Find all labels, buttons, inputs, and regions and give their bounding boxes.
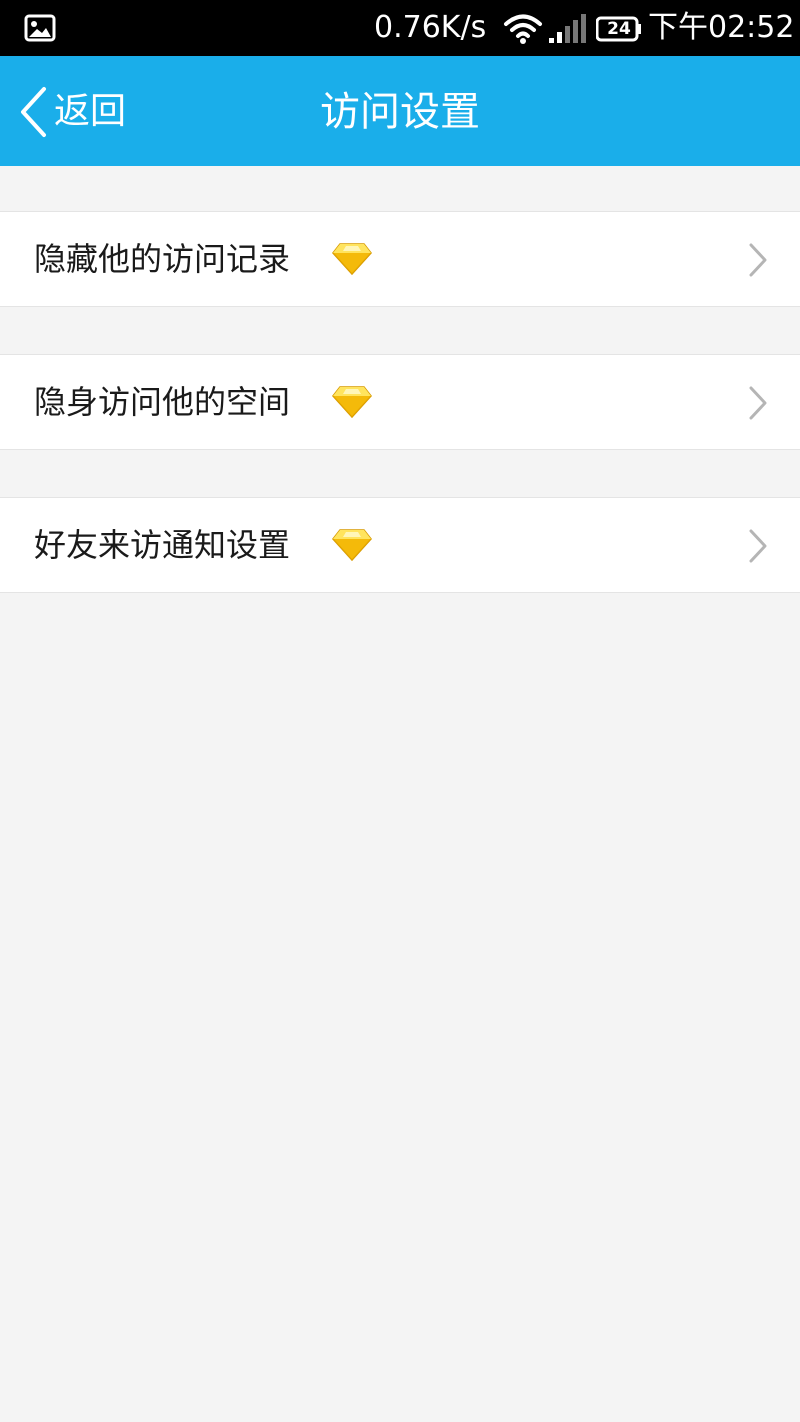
clock: 下午02:52 bbox=[648, 10, 795, 45]
setting-label: 隐藏他的访问记录 bbox=[34, 240, 291, 278]
page-title: 访问设置 bbox=[320, 89, 480, 135]
chevron-right-icon bbox=[749, 243, 767, 277]
setting-hide-visit-record[interactable]: 隐藏他的访问记录 bbox=[0, 211, 800, 307]
wifi-icon bbox=[504, 14, 542, 44]
setting-friend-visit-notification[interactable]: 好友来访通知设置 bbox=[0, 497, 800, 593]
diamond-icon bbox=[332, 529, 372, 562]
diamond-icon bbox=[332, 243, 372, 276]
network-speed: 0.76K/s bbox=[374, 10, 487, 45]
diamond-icon bbox=[332, 386, 372, 419]
battery-level: 24 bbox=[607, 19, 631, 39]
setting-invisible-visit[interactable]: 隐身访问他的空间 bbox=[0, 354, 800, 450]
title-bar: 返回 访问设置 bbox=[0, 56, 800, 166]
setting-label: 隐身访问他的空间 bbox=[34, 383, 291, 421]
status-bar: 0.76K/s 24 下午02:52 bbox=[0, 0, 800, 56]
signal-icon bbox=[549, 14, 586, 43]
chevron-right-icon bbox=[749, 529, 767, 563]
chevron-right-icon bbox=[749, 386, 767, 420]
image-icon bbox=[24, 14, 56, 42]
setting-label: 好友来访通知设置 bbox=[34, 526, 291, 564]
